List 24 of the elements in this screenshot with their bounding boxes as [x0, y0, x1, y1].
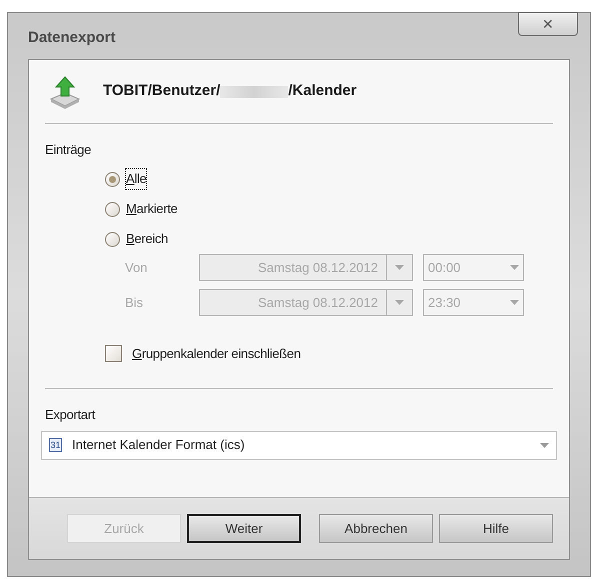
section-label: Einträge	[45, 142, 92, 157]
export-format-dropdown[interactable]: 31 Internet Kalender Format (ics)	[41, 430, 557, 460]
dialog-button[interactable]: Hilfe	[439, 514, 553, 543]
caret-icon	[395, 265, 404, 270]
close-button[interactable]: ✕	[518, 12, 578, 36]
dialog-button[interactable]: Abbrechen	[319, 514, 433, 543]
window-title: Datenexport	[28, 28, 116, 48]
radio-option[interactable]: Bereich	[105, 228, 168, 250]
caret-icon	[510, 300, 519, 305]
range-label: Von	[125, 258, 148, 277]
dialog-button[interactable]: Weiter	[187, 514, 301, 543]
calendar-path: /Kalender	[288, 81, 357, 102]
calendar-icon: 31	[49, 438, 62, 452]
radio-option[interactable]: Alle	[105, 168, 146, 190]
caret-icon	[510, 265, 519, 270]
export-icon	[49, 74, 81, 108]
redaction-bar	[220, 86, 288, 98]
radio-option[interactable]: Markierte	[105, 198, 178, 220]
caret-icon	[395, 300, 404, 305]
calendar-path: TOBIT/Benutzer/	[103, 81, 220, 102]
group-calendar-checkbox[interactable]: Gruppenkalender einschließen	[45, 344, 301, 364]
caret-icon	[540, 442, 549, 448]
range-label: Bis	[125, 294, 144, 312]
section-label: Exportart	[45, 406, 96, 422]
